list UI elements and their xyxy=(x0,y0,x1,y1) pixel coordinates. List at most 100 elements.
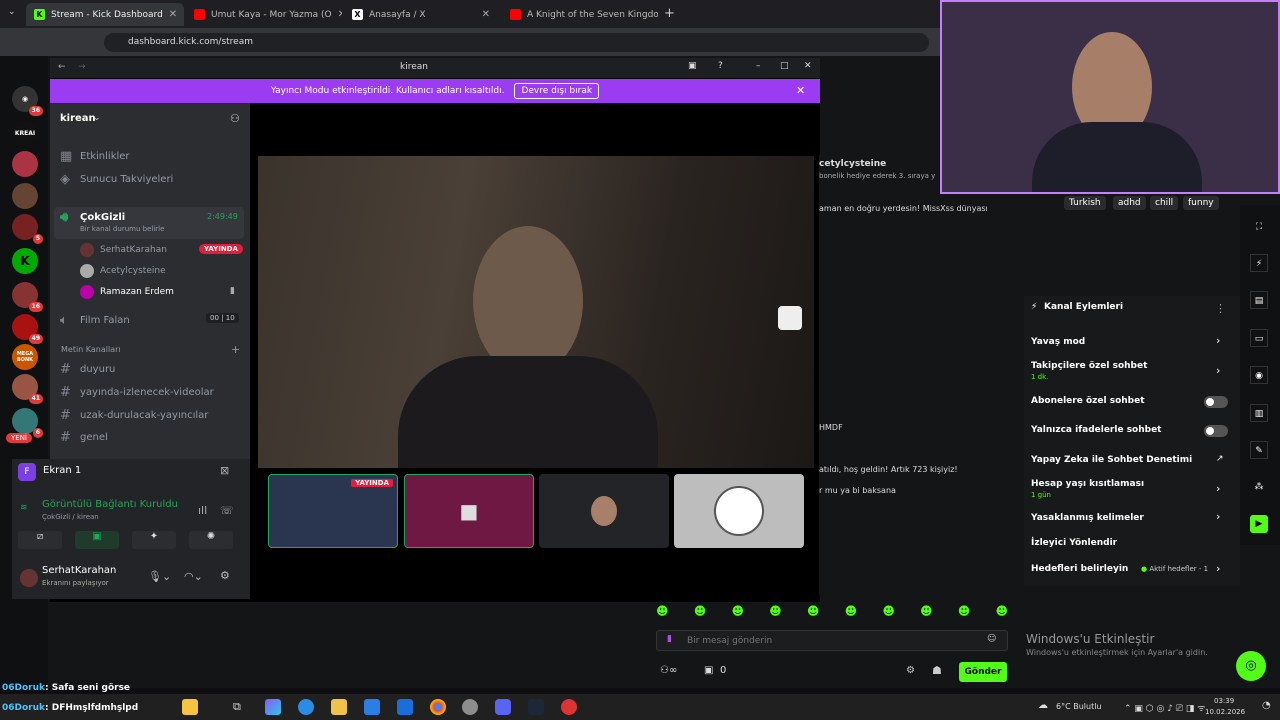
screen-share-button[interactable]: ▣ xyxy=(75,531,119,549)
close-icon[interactable]: ✕ xyxy=(476,9,490,20)
steam-icon[interactable] xyxy=(528,699,544,715)
document-icon[interactable]: ▤ xyxy=(1250,291,1268,309)
voice-channel-film-falan[interactable]: 🔈︎ Film Falan xyxy=(60,313,130,328)
bot-icon[interactable]: ☗ xyxy=(932,664,942,677)
emote-icon[interactable]: ☻ xyxy=(995,604,1008,622)
task-view-icon[interactable]: ⧉ xyxy=(233,700,241,714)
store-icon[interactable] xyxy=(364,699,380,715)
action-banned-words[interactable]: Yasaklanmış kelimeler xyxy=(1031,513,1144,523)
server-avatar[interactable]: 5 xyxy=(12,214,43,244)
camera-off-thumb[interactable]: ■ xyxy=(404,474,534,548)
connection-status[interactable]: Görüntülü Bağlantı Kuruldu xyxy=(42,499,178,510)
text-channel[interactable]: # uzak-durulacak-yayıncılar xyxy=(60,408,208,423)
chevron-down-icon[interactable]: ⌄ xyxy=(93,113,101,123)
emote-icon[interactable]: ☻ xyxy=(920,604,933,622)
discord-icon[interactable] xyxy=(495,699,511,715)
voice-user[interactable]: Ramazan Erdem xyxy=(80,285,174,299)
channel-events[interactable]: ▦ Etkinlikler xyxy=(60,149,130,164)
stop-share-icon[interactable]: ⊠ xyxy=(220,464,229,477)
clip-icon[interactable]: ▶ xyxy=(1250,515,1268,533)
soundboard-icon[interactable]: ıll xyxy=(198,504,207,517)
app-icon[interactable] xyxy=(462,699,478,715)
server-avatar[interactable]: 41 xyxy=(12,374,43,404)
action-ai-moderation[interactable]: Yapay Zeka ile Sohbet Denetimi xyxy=(1031,455,1192,465)
url-field[interactable]: dashboard.kick.com/stream xyxy=(104,33,929,52)
external-link-icon[interactable]: ↗ xyxy=(1216,454,1224,464)
voice-channel-cokgizli[interactable]: 🔊︎ ÇokGizli xyxy=(60,210,125,225)
tab-kick-dashboard[interactable]: K Stream - Kick Dashboard ✕ xyxy=(26,3,184,26)
action-slow-mode[interactable]: Yavaş mod xyxy=(1031,337,1085,347)
microphone-icon[interactable]: ▮ xyxy=(667,634,672,644)
channel-status[interactable]: Bir kanal durumu belirle xyxy=(80,225,164,233)
outlook-icon[interactable] xyxy=(397,699,413,715)
tag[interactable]: funny xyxy=(1183,196,1219,210)
maximize-icon[interactable]: □ xyxy=(780,61,789,71)
tab-knight[interactable]: A Knight of the Seven Kingdom✕ xyxy=(502,3,658,26)
action-account-age[interactable]: Hesap yaşı kısıtlaması xyxy=(1031,479,1144,489)
camera-toggle-button[interactable]: ⧄ xyxy=(18,531,62,549)
wrench-icon[interactable]: ✎ xyxy=(1250,441,1268,459)
user-thumb[interactable] xyxy=(674,474,804,548)
emote-icon[interactable]: ☻ xyxy=(807,604,820,622)
soundboard-button[interactable]: ✺ xyxy=(189,531,233,549)
server-avatar[interactable]: 49 xyxy=(12,314,43,344)
tag[interactable]: chill xyxy=(1150,196,1179,210)
server-avatar[interactable]: 16 xyxy=(12,282,43,312)
chevron-right-icon[interactable]: › xyxy=(1216,482,1220,495)
broadcast-icon[interactable]: ◉ xyxy=(1250,366,1268,384)
emoji-icon[interactable]: ☺ xyxy=(987,634,996,644)
emote-icon[interactable]: ☻ xyxy=(845,604,858,622)
layout-icon[interactable]: ▥ xyxy=(1250,404,1268,422)
send-button[interactable]: Gönder xyxy=(959,662,1007,682)
emotes-only-toggle[interactable] xyxy=(1204,425,1228,437)
help-icon[interactable]: ? xyxy=(718,61,723,71)
clock-date[interactable]: 10.02.2026 xyxy=(1205,708,1245,716)
support-icon[interactable]: ◎ xyxy=(1236,651,1266,681)
inbox-icon[interactable]: ▣ xyxy=(688,61,697,71)
emote-icon[interactable]: ☻ xyxy=(769,604,782,622)
chevron-right-icon[interactable]: › xyxy=(1216,334,1220,347)
tab-x[interactable]: X Anasayfa / X ✕ xyxy=(344,3,498,26)
minimize-icon[interactable]: – xyxy=(756,61,761,71)
emote-icon[interactable]: ☻ xyxy=(958,604,971,622)
action-goals[interactable]: Hedefleri belirleyin xyxy=(1031,564,1128,574)
chevron-right-icon[interactable]: › xyxy=(1216,562,1220,575)
emote-icon[interactable]: ☻ xyxy=(694,604,707,622)
server-avatar[interactable] xyxy=(12,151,38,177)
emote-icon[interactable]: ☻ xyxy=(882,604,895,622)
chrome-icon[interactable] xyxy=(430,699,446,715)
close-icon[interactable]: ✕ xyxy=(163,9,177,20)
activities-button[interactable]: ✦ xyxy=(132,531,176,549)
invite-icon[interactable]: ⚇ xyxy=(230,112,240,125)
chevron-right-icon[interactable]: › xyxy=(1216,510,1220,523)
tray-icons[interactable]: ⌃ ▣ ⬡ ◎ ♪ ⎚ ◨ ᯤ xyxy=(1124,701,1205,714)
avatar[interactable] xyxy=(20,569,38,587)
close-icon[interactable]: ✕ xyxy=(332,9,342,20)
add-channel-icon[interactable]: + xyxy=(231,343,240,356)
clock-time[interactable]: 03:39 xyxy=(1214,697,1234,705)
channel-boosts[interactable]: ◈ Sunucu Takviyeleri xyxy=(60,172,173,187)
tab-youtube[interactable]: Umut Kaya - Mor Yazma (O ✕ xyxy=(186,3,342,26)
copilot-icon[interactable] xyxy=(265,699,281,715)
tag[interactable]: Turkish xyxy=(1064,196,1106,210)
apps-icon[interactable]: ⁂ xyxy=(1250,478,1268,496)
category-text-channels[interactable]: Metin Kanalları xyxy=(61,345,121,354)
file-explorer-icon[interactable] xyxy=(331,699,347,715)
server-megabonk[interactable]: MEGA BONK xyxy=(12,344,38,370)
microphone-icon[interactable]: 🎙︎⌄ xyxy=(148,570,171,583)
emote-icon[interactable]: ☻ xyxy=(656,604,669,622)
tab-search-icon[interactable]: ⌄ xyxy=(8,7,16,17)
tag[interactable]: adhd xyxy=(1113,196,1146,210)
server-avatar[interactable] xyxy=(12,183,38,209)
viewers-icon[interactable]: ⚇∞ xyxy=(660,665,677,676)
emote-icon[interactable]: ☻ xyxy=(731,604,744,622)
discord-home-icon[interactable]: ◉ 36 xyxy=(12,86,43,116)
server-avatar[interactable]: 6 xyxy=(12,408,43,438)
obs-icon[interactable] xyxy=(561,699,577,715)
video-stage[interactable] xyxy=(258,156,814,468)
more-icon[interactable]: ⋮ xyxy=(1215,302,1226,315)
settings-gear-icon[interactable]: ⚙ xyxy=(220,569,230,582)
notification-icon[interactable]: ◔ xyxy=(1262,700,1271,711)
headphones-icon[interactable]: ◠⌄ xyxy=(184,570,203,583)
back-icon[interactable]: ← xyxy=(58,62,66,72)
